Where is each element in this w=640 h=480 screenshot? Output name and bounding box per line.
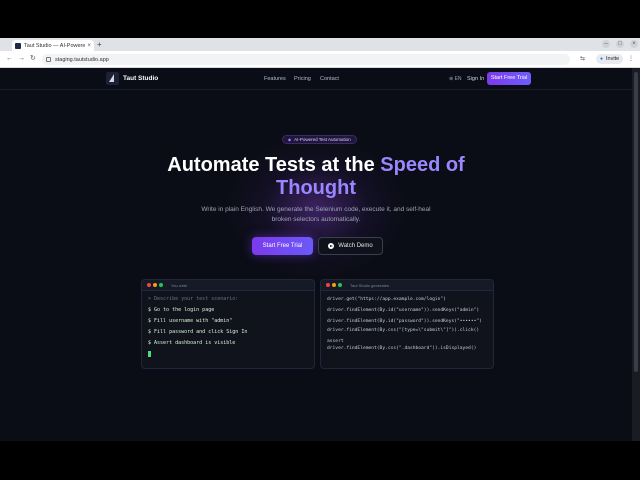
browser-tab[interactable]: Taut Studio — AI-Powered × xyxy=(12,40,94,51)
language-selector[interactable]: ⊕ EN xyxy=(449,76,462,82)
code-line: driver.findElement(By.id("username")).se… xyxy=(327,308,480,313)
scenario-step: $ Assert dashboard is visible xyxy=(148,340,236,346)
scrollbar-thumb[interactable] xyxy=(634,72,638,372)
screen: Taut Studio — AI-Powered × + – □ × ← → ↻… xyxy=(0,0,640,480)
hero-subtitle: Write in plain English. We generate the … xyxy=(201,206,431,223)
start-free-trial-button[interactable]: Start Free Trial xyxy=(252,237,313,255)
close-window-icon[interactable]: × xyxy=(630,40,638,48)
editor-header: Taut Studio generates xyxy=(321,280,493,291)
green-dot-icon xyxy=(338,283,342,287)
site-header: Taut Studio Features Pricing Contact ⊕ E… xyxy=(0,68,632,90)
watch-demo-label: Watch Demo xyxy=(338,243,373,249)
code-line: driver.findElement(By.id("password")).se… xyxy=(327,319,482,324)
menu-icon[interactable]: ⋮ xyxy=(628,55,634,62)
brand-logo-icon[interactable] xyxy=(106,72,119,85)
sparkle-icon: ◆ xyxy=(288,137,292,142)
play-icon xyxy=(328,243,335,249)
editor-header: You write xyxy=(142,280,314,291)
browser-toolbar: ← → ↻ staging.tautstudio.app ⇆ ● Invite … xyxy=(0,51,640,68)
browser-window: Taut Studio — AI-Powered × + – □ × ← → ↻… xyxy=(0,38,640,441)
yellow-dot-icon xyxy=(332,283,336,287)
nav-link-pricing[interactable]: Pricing xyxy=(294,76,311,82)
reload-icon[interactable]: ↻ xyxy=(30,55,36,63)
hero-title-plain: Automate Tests at the xyxy=(167,154,381,176)
generated-code-editor: Taut Studio generates driver.get("https:… xyxy=(320,279,494,369)
back-icon[interactable]: ← xyxy=(6,55,13,63)
url-text: staging.tautstudio.app xyxy=(55,56,109,63)
tab-strip: Taut Studio — AI-Powered × + – □ × xyxy=(0,38,640,51)
scenario-step: $ Fill password and click Sign In xyxy=(148,329,248,335)
scenario-text[interactable]: > Describe your test scenario: $ Go to th… xyxy=(142,291,314,363)
page-viewport: Taut Studio Features Pricing Contact ⊕ E… xyxy=(0,68,632,441)
user-input-editor: You write > Describe your test scenario:… xyxy=(141,279,315,369)
site-info-icon[interactable] xyxy=(46,57,51,62)
scenario-step: $ Fill username with "admin" xyxy=(148,318,233,324)
generated-code: driver.get("https://app.example.com/logi… xyxy=(321,291,493,355)
code-line: driver.findElement(By.css(".dashboard"))… xyxy=(327,346,477,351)
maximize-icon[interactable]: □ xyxy=(616,40,624,48)
page-scrollbar[interactable] xyxy=(632,68,640,441)
scenario-prompt: > Describe your test scenario: xyxy=(148,296,239,302)
code-line: driver.findElement(By.css("[type=\"submi… xyxy=(327,328,480,333)
hero-badge: ◆ AI-Powered Test Automation xyxy=(282,135,357,144)
badge-text: AI-Powered Test Automation xyxy=(294,137,351,142)
close-tab-icon[interactable]: × xyxy=(87,43,91,49)
text-cursor xyxy=(148,350,151,357)
new-tab-button[interactable]: + xyxy=(97,40,102,49)
person-add-icon: ● xyxy=(600,56,604,62)
hero-title: Automate Tests at the Speed of Thought xyxy=(150,154,482,200)
watch-demo-button[interactable]: Watch Demo xyxy=(318,237,383,255)
nav-link-contact[interactable]: Contact xyxy=(320,76,339,82)
editor-label: Taut Studio generates xyxy=(350,282,389,288)
yellow-dot-icon xyxy=(153,283,157,287)
green-dot-icon xyxy=(159,283,163,287)
editor-label: You write xyxy=(171,282,188,288)
brand-name[interactable]: Taut Studio xyxy=(123,75,158,82)
scenario-step: $ Go to the login page xyxy=(148,307,215,313)
invite-button[interactable]: ● Invite xyxy=(596,54,624,64)
minimize-icon[interactable]: – xyxy=(602,40,610,48)
sign-in-link[interactable]: Sign In xyxy=(467,76,484,82)
invite-label: Invite xyxy=(606,56,620,62)
nav-link-features[interactable]: Features xyxy=(264,76,286,82)
red-dot-icon xyxy=(147,283,151,287)
nav-start-trial-button[interactable]: Start Free Trial xyxy=(487,72,531,85)
forward-icon[interactable]: → xyxy=(18,55,25,63)
address-bar[interactable]: staging.tautstudio.app xyxy=(42,54,570,65)
tab-title: Taut Studio — AI-Powered xyxy=(24,42,86,49)
red-dot-icon xyxy=(326,283,330,287)
code-line: assert xyxy=(327,339,344,344)
site-favicon-icon xyxy=(15,42,21,49)
translate-icon[interactable]: ⇆ xyxy=(580,55,585,62)
code-line: driver.get("https://app.example.com/logi… xyxy=(327,297,446,302)
